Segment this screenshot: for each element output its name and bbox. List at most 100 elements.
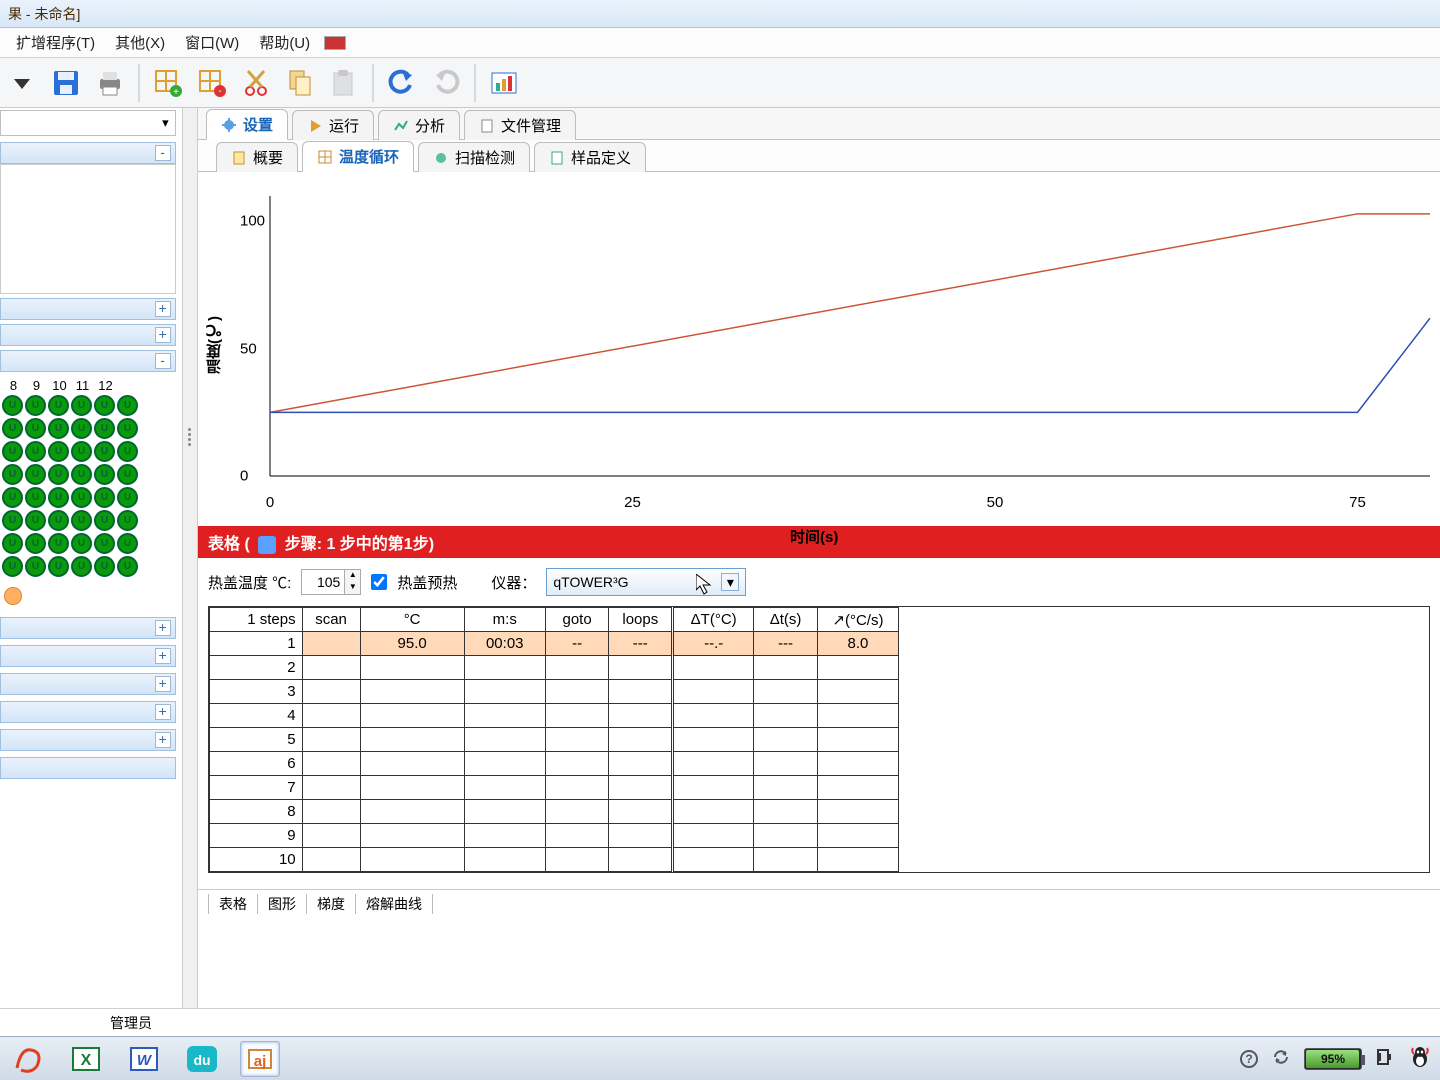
well-cell[interactable]: U — [71, 487, 92, 508]
preheat-checkbox[interactable] — [371, 574, 387, 590]
lid-temp-input[interactable] — [302, 574, 344, 590]
panel-d[interactable]: + — [0, 701, 176, 723]
taskbar-app-excel[interactable]: X — [66, 1041, 106, 1077]
well-cell[interactable]: U — [2, 556, 23, 577]
well-cell[interactable]: U — [71, 556, 92, 577]
well-cell[interactable]: U — [117, 395, 138, 416]
well-cell[interactable]: U — [71, 510, 92, 531]
copy-button[interactable] — [282, 65, 318, 101]
paste-button[interactable] — [326, 65, 362, 101]
well-cell[interactable]: U — [71, 464, 92, 485]
well-cell[interactable]: U — [71, 395, 92, 416]
btab-graphic[interactable]: 图形 — [258, 894, 307, 914]
subtab-scan-detect[interactable]: 扫描检测 — [418, 142, 530, 172]
panel-3[interactable]: + — [0, 324, 176, 346]
table-row[interactable]: 2 — [210, 656, 899, 680]
menu-other[interactable]: 其他(X) — [105, 32, 175, 53]
spin-up-icon[interactable]: ▲ — [344, 570, 360, 582]
well-cell[interactable]: U — [48, 533, 69, 554]
panel-wells[interactable]: - — [0, 350, 176, 372]
table-row[interactable]: 3 — [210, 680, 899, 704]
well-cell[interactable]: U — [25, 533, 46, 554]
well-cell[interactable]: U — [94, 464, 115, 485]
project-dropdown[interactable]: ▾ — [0, 110, 176, 136]
well-cell[interactable]: U — [48, 464, 69, 485]
cut-button[interactable] — [238, 65, 274, 101]
taskbar-app-current[interactable]: aj — [240, 1041, 280, 1077]
panel-f[interactable] — [0, 757, 176, 779]
well-cell[interactable]: U — [71, 441, 92, 462]
well-cell[interactable]: U — [71, 533, 92, 554]
tab-settings[interactable]: 设置 — [206, 109, 288, 140]
chart-button[interactable] — [486, 65, 522, 101]
collapse-icon[interactable]: - — [155, 145, 171, 161]
well-cell[interactable]: U — [48, 556, 69, 577]
well-cell[interactable]: U — [2, 395, 23, 416]
taskbar-app-du[interactable]: du — [182, 1041, 222, 1077]
taskbar-app-word[interactable]: W — [124, 1041, 164, 1077]
btab-melt[interactable]: 熔解曲线 — [356, 894, 433, 914]
well-cell[interactable]: U — [71, 418, 92, 439]
instrument-combo[interactable]: qTOWER³G ▾ — [546, 568, 746, 596]
well-cell[interactable]: U — [48, 510, 69, 531]
table-row[interactable]: 8 — [210, 800, 899, 824]
spin-down-icon[interactable]: ▼ — [344, 582, 360, 594]
subtab-temp-cycle[interactable]: 温度循环 — [302, 141, 414, 172]
tab-filemgr[interactable]: 文件管理 — [464, 110, 576, 140]
well-cell[interactable]: U — [94, 487, 115, 508]
well-cell[interactable]: U — [48, 418, 69, 439]
well-cell[interactable]: U — [117, 418, 138, 439]
language-flag-icon[interactable] — [324, 36, 346, 50]
subtab-overview[interactable]: 概要 — [216, 142, 298, 172]
expand-icon[interactable]: + — [155, 620, 171, 636]
well-cell[interactable]: U — [25, 556, 46, 577]
lid-temp-spinner[interactable]: ▲▼ — [301, 569, 361, 595]
btab-gradient[interactable]: 梯度 — [307, 894, 356, 914]
tab-analyze[interactable]: 分析 — [378, 110, 460, 140]
well-cell[interactable]: U — [25, 395, 46, 416]
table-row[interactable]: 5 — [210, 728, 899, 752]
steps-table[interactable]: 1 steps scan °C m:s goto loops ΔT(°C) Δt… — [209, 607, 899, 872]
undo-button[interactable] — [384, 65, 420, 101]
panel-2[interactable]: + — [0, 298, 176, 320]
well-cell[interactable]: U — [25, 418, 46, 439]
tray-power-icon[interactable] — [1376, 1048, 1394, 1069]
expand-icon[interactable]: + — [155, 732, 171, 748]
subtab-sample-def[interactable]: 样品定义 — [534, 142, 646, 172]
well-cell[interactable]: U — [94, 556, 115, 577]
expand-icon[interactable]: + — [155, 648, 171, 664]
btab-table[interactable]: 表格 — [208, 894, 258, 914]
expand-icon[interactable]: + — [155, 301, 171, 317]
tab-run[interactable]: 运行 — [292, 110, 374, 140]
grid-remove-button[interactable]: - — [194, 65, 230, 101]
well-cell[interactable]: U — [117, 487, 138, 508]
grid-add-button[interactable]: + — [150, 65, 186, 101]
expand-icon[interactable]: + — [155, 676, 171, 692]
table-row[interactable]: 7 — [210, 776, 899, 800]
panel-1[interactable]: - — [0, 142, 176, 164]
panel-a[interactable]: + — [0, 617, 176, 639]
well-cell[interactable]: U — [2, 487, 23, 508]
panel-c[interactable]: + — [0, 673, 176, 695]
table-row[interactable]: 4 — [210, 704, 899, 728]
well-cell[interactable]: U — [94, 510, 115, 531]
taskbar-app-1[interactable] — [8, 1041, 48, 1077]
menu-window[interactable]: 窗口(W) — [175, 32, 249, 53]
print-button[interactable] — [92, 65, 128, 101]
well-cell[interactable]: U — [48, 395, 69, 416]
well-cell[interactable]: U — [117, 510, 138, 531]
tray-help-icon[interactable]: ? — [1240, 1050, 1258, 1068]
table-row[interactable]: 9 — [210, 824, 899, 848]
save-button[interactable] — [48, 65, 84, 101]
panel-e[interactable]: + — [0, 729, 176, 751]
well-cell[interactable]: U — [94, 395, 115, 416]
expand-icon[interactable]: + — [155, 704, 171, 720]
tray-penguin-icon[interactable] — [1408, 1045, 1432, 1072]
dropdown-button[interactable] — [4, 65, 40, 101]
redo-button[interactable] — [428, 65, 464, 101]
well-cell[interactable]: U — [117, 556, 138, 577]
well-cell[interactable]: U — [48, 441, 69, 462]
well-cell[interactable]: U — [2, 533, 23, 554]
well-cell[interactable]: U — [25, 510, 46, 531]
well-cell[interactable]: U — [117, 441, 138, 462]
